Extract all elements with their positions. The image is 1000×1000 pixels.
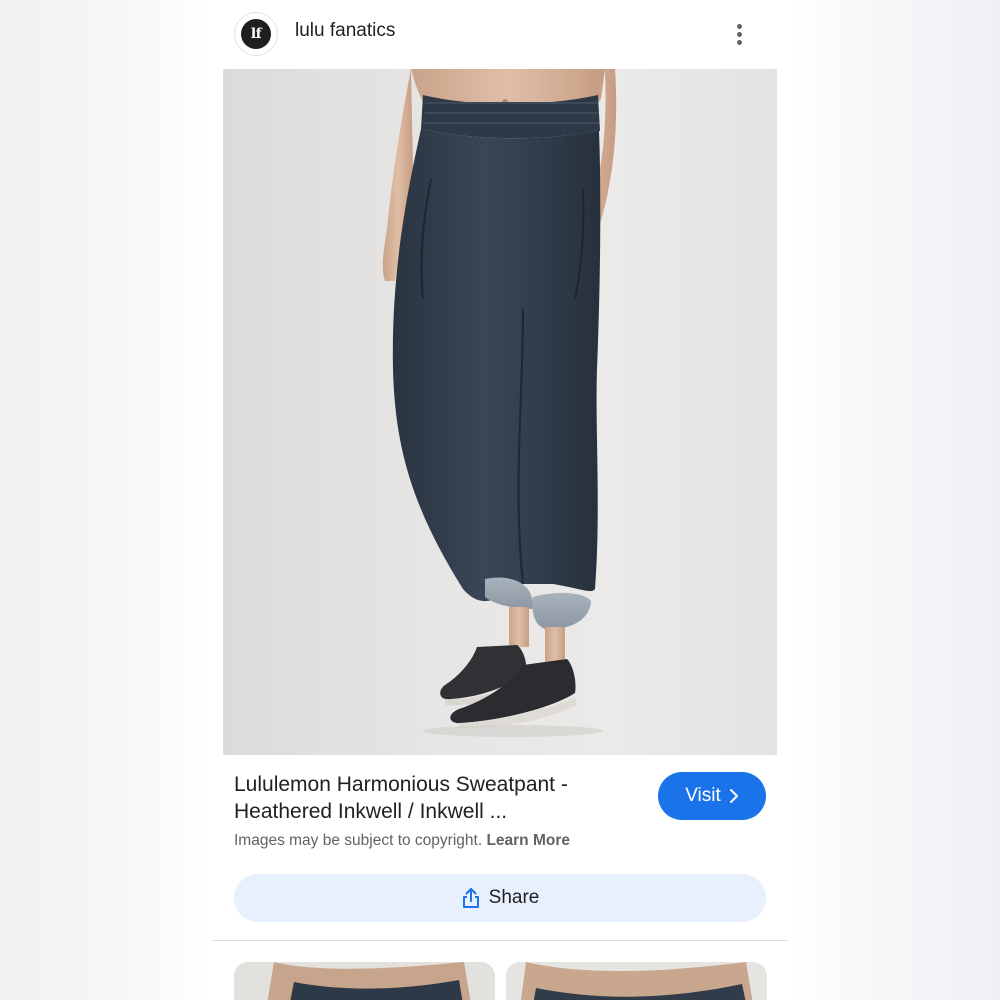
product-photo-illustration: [382, 69, 617, 737]
site-name[interactable]: lulu fanatics: [295, 20, 395, 42]
more-options-button[interactable]: [727, 18, 751, 50]
more-vert-icon-dot: [736, 31, 742, 37]
related-image-thumbnail[interactable]: [234, 962, 495, 1000]
site-avatar[interactable]: lf: [234, 12, 278, 56]
share-label: Share: [488, 887, 540, 908]
copyright-notice: Images may be subject to copyright. Lear…: [234, 832, 570, 850]
copyright-text: Images may be subject to copyright.: [234, 832, 483, 849]
share-icon: [462, 888, 479, 908]
visit-button[interactable]: Visit: [658, 772, 766, 820]
related-image-thumbnail[interactable]: [506, 962, 767, 1000]
learn-more-link[interactable]: Learn More: [486, 832, 570, 849]
visit-label: Visit: [685, 785, 721, 806]
share-button[interactable]: Share: [234, 874, 766, 922]
related-image-illustration: [506, 962, 767, 1000]
section-divider: [212, 940, 788, 941]
site-logo-icon: lf: [241, 19, 271, 49]
image-viewer-panel: lf lulu fanatics Lululemon Harmonious Sw…: [212, 0, 788, 1000]
result-title-line-1: Lululemon Harmonious Sweatpant -: [234, 773, 568, 796]
result-title-line-2: Heathered Inkwell / Inkwell ...: [234, 800, 508, 823]
product-image[interactable]: [223, 69, 777, 755]
source-header: lf lulu fanatics: [212, 0, 788, 68]
result-title[interactable]: Lululemon Harmonious Sweatpant - Heather…: [234, 771, 634, 825]
related-image-illustration: [234, 962, 495, 1000]
more-vert-icon-dot: [736, 39, 742, 45]
more-vert-icon-dot: [736, 23, 742, 29]
chevron-right-icon: [729, 789, 738, 803]
